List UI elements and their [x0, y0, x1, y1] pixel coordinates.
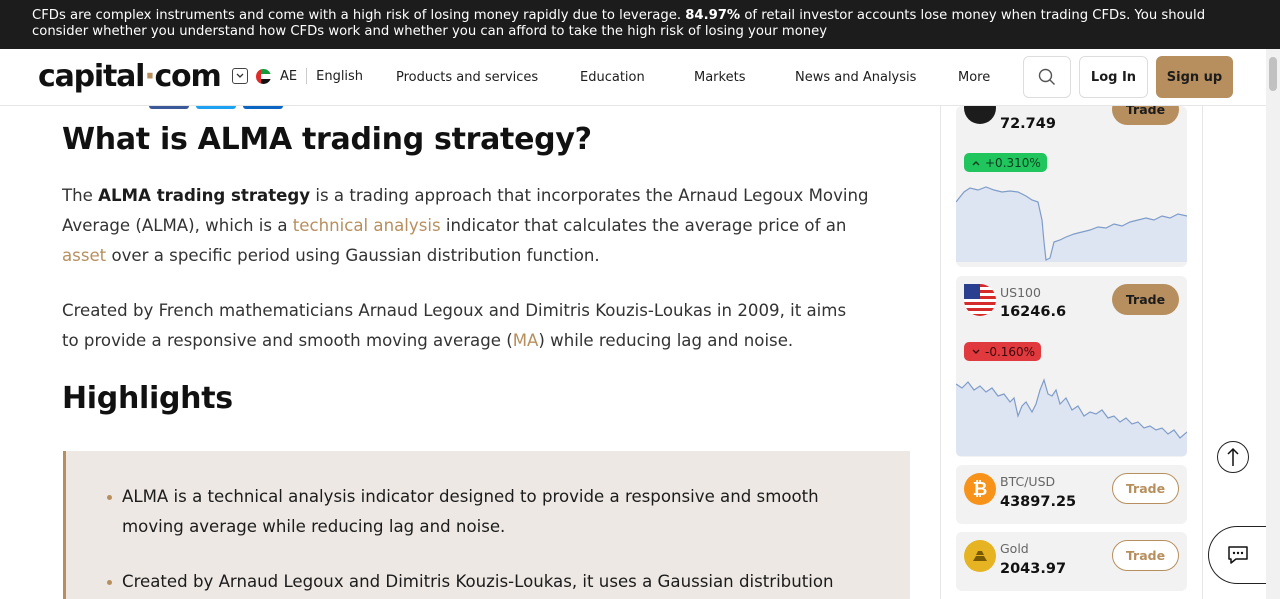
trade-button[interactable]: Trade: [1112, 473, 1179, 504]
chat-button[interactable]: [1208, 526, 1270, 584]
article-paragraph-2: Created by French mathematicians Arnaud …: [62, 296, 862, 356]
chevron-down-icon[interactable]: [232, 68, 248, 84]
uae-flag-icon: [256, 68, 271, 84]
instrument-price: 43897.25: [1000, 494, 1077, 510]
change-badge: -0.160%: [964, 342, 1042, 361]
p1-text-1: The: [62, 186, 99, 205]
logo-end: com: [154, 59, 221, 94]
risk-percent: 84.97%: [685, 8, 741, 23]
price-sparkline: [956, 378, 1187, 456]
highlights-heading: Highlights: [62, 381, 233, 416]
bullet-icon: [107, 495, 112, 500]
chat-icon: [1228, 546, 1248, 564]
highlights-box: ALMA is a technical analysis indicator d…: [63, 451, 910, 599]
market-card[interactable]: Gold 2043.97 Trade: [956, 532, 1187, 591]
search-button[interactable]: [1023, 56, 1071, 98]
trade-button[interactable]: Trade: [1112, 540, 1179, 571]
search-icon: [1038, 68, 1055, 85]
instrument-symbol: Gold: [1000, 541, 1029, 556]
risk-warning-banner: CFDs are complex instruments and come wi…: [0, 0, 1280, 49]
trade-button[interactable]: Trade: [1112, 284, 1179, 315]
change-value: -0.160%: [985, 344, 1036, 359]
market-card[interactable]: ₿ BTC/USD 43897.25 Trade: [956, 465, 1187, 524]
bitcoin-icon: ₿: [964, 473, 996, 505]
market-card[interactable]: Trade 72.749 +0.310%: [956, 106, 1187, 267]
risk-text-before: CFDs are complex instruments and come wi…: [32, 8, 686, 23]
us-flag-icon: [964, 284, 996, 316]
language-label[interactable]: English: [316, 69, 363, 84]
login-button[interactable]: Log In: [1079, 56, 1148, 98]
technical-analysis-link[interactable]: technical analysis: [293, 216, 441, 235]
p1-text-3: indicator that calculates the average pr…: [440, 216, 847, 235]
trade-button[interactable]: Trade: [1112, 106, 1179, 125]
change-value: +0.310%: [985, 155, 1041, 170]
logo-main: capital: [38, 59, 145, 94]
article-title: What is ALMA trading strategy?: [62, 122, 592, 157]
facebook-share-button[interactable]: [149, 106, 189, 109]
scroll-to-top-button[interactable]: [1217, 441, 1249, 473]
nav-more[interactable]: More: [958, 70, 990, 85]
nav-products-and-services[interactable]: Products and services: [396, 70, 538, 85]
linkedin-share-button[interactable]: [243, 106, 283, 109]
market-card[interactable]: US100 16246.6 Trade -0.160%: [956, 276, 1187, 457]
article-paragraph-1: The ALMA trading strategy is a trading a…: [62, 181, 892, 271]
logo-dot: ·: [144, 59, 155, 94]
p2-text-2: ) while reducing lag and noise.: [538, 331, 794, 350]
twitter-share-button[interactable]: [196, 106, 236, 109]
instrument-price: 72.749: [1000, 116, 1056, 132]
logo[interactable]: capital·com: [38, 59, 222, 94]
site-header: capital·com AE English Products and serv…: [0, 49, 1266, 106]
page-scrollbar[interactable]: [1266, 49, 1280, 599]
signup-button[interactable]: Sign up: [1156, 56, 1233, 98]
asset-link[interactable]: asset: [62, 246, 106, 265]
gold-icon: [964, 540, 996, 572]
scrollbar-thumb[interactable]: [1269, 57, 1277, 91]
instrument-symbol: BTC/USD: [1000, 474, 1056, 489]
region-divider: [306, 68, 308, 84]
arrow-down-icon: [972, 349, 980, 354]
price-sparkline: [956, 186, 1187, 262]
arrow-up-icon: [1227, 447, 1239, 466]
nav-news-and-analysis[interactable]: News and Analysis: [795, 70, 916, 85]
highlight-item: ALMA is a technical analysis indicator d…: [122, 487, 819, 536]
instrument-icon: [964, 106, 996, 124]
region-selector[interactable]: AE English: [232, 68, 363, 84]
p1-bold: ALMA trading strategy: [98, 186, 311, 205]
instrument-symbol: US100: [1000, 285, 1041, 300]
region-code[interactable]: AE: [280, 69, 297, 84]
nav-education[interactable]: Education: [580, 70, 645, 85]
instrument-price: 2043.97: [1000, 561, 1067, 577]
moving-average-link[interactable]: MA: [513, 331, 539, 350]
instrument-price: 16246.6: [1000, 304, 1067, 320]
highlight-item: Created by Arnaud Legoux and Dimitris Ko…: [122, 572, 834, 591]
change-badge: +0.310%: [964, 153, 1047, 172]
nav-markets[interactable]: Markets: [694, 70, 745, 85]
p1-text-4: over a specific period using Gaussian di…: [106, 246, 600, 265]
arrow-up-icon: [972, 160, 980, 165]
bullet-icon: [107, 580, 112, 585]
